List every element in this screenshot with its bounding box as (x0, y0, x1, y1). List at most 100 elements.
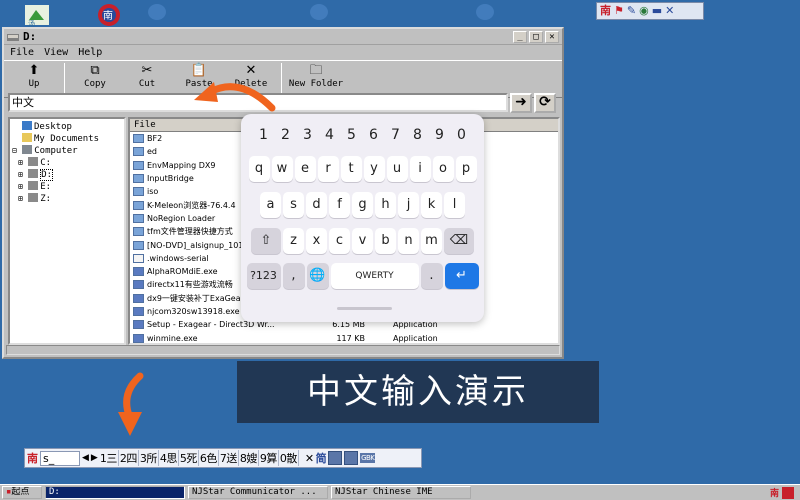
ime-candidate[interactable]: 3所 (140, 450, 159, 466)
tree-item-my-documents[interactable]: My Documents (12, 133, 122, 145)
key-x[interactable]: x (306, 228, 327, 254)
key-z[interactable]: z (283, 228, 304, 254)
file-row[interactable]: winmine.exe 117 KB Application (130, 331, 558, 343)
key-r[interactable]: r (317, 156, 339, 182)
key-v[interactable]: v (352, 228, 373, 254)
task-njstar-communicator[interactable]: NJStar Communicator ... (188, 486, 328, 499)
tree-item-computer[interactable]: ⊟ Computer (12, 145, 122, 157)
key-e[interactable]: e (294, 156, 316, 182)
close-candidates-icon[interactable]: ✕ (305, 452, 314, 465)
key-8[interactable]: 8 (407, 122, 429, 148)
task-njstar-ime[interactable]: NJStar Chinese IME (331, 486, 471, 499)
menu-file[interactable]: File (10, 47, 34, 58)
njstar-desktop-icon[interactable]: 南 (96, 2, 122, 28)
key-9[interactable]: 9 (429, 122, 451, 148)
key-d[interactable]: d (306, 192, 327, 218)
key-y[interactable]: y (363, 156, 385, 182)
tree-item-drive-d[interactable]: ⊞ D: (12, 169, 122, 181)
ime-candidate[interactable]: 5死 (180, 450, 199, 466)
enter-key[interactable]: ↵ (444, 263, 479, 289)
period-key[interactable]: . (420, 263, 443, 289)
tray-ime-icon[interactable]: 南 (770, 486, 779, 499)
tree-item-drive-z[interactable]: ⊞ Z: (12, 193, 122, 205)
close-button[interactable]: ✕ (545, 30, 559, 43)
symbols-mode-key[interactable]: ?123 (246, 263, 281, 289)
key-0[interactable]: 0 (451, 122, 473, 148)
ime-status-tray[interactable]: 南 ⚑ ✎ ◉ ▬ ✕ (596, 2, 704, 20)
globe-key[interactable]: 🌐 (306, 263, 329, 289)
comma-key[interactable]: , (282, 263, 305, 289)
tree-item-desktop[interactable]: Desktop (12, 121, 122, 133)
tree-item-drive-c[interactable]: ⊞ C: (12, 157, 122, 169)
ime-candidate[interactable]: 7送 (220, 450, 239, 466)
close-icon[interactable]: ✕ (665, 4, 674, 18)
maximize-button[interactable]: □ (529, 30, 543, 43)
keyboard-icon[interactable] (328, 451, 343, 465)
ime-mode-icon[interactable]: 南 (27, 450, 38, 466)
ime-mode-icon[interactable]: 南 (600, 4, 611, 18)
key-5[interactable]: 5 (341, 122, 363, 148)
backspace-key[interactable]: ⌫ (444, 228, 474, 254)
new-folder-button[interactable]: 🗀 New Folder (286, 63, 346, 89)
settings-icon[interactable] (344, 451, 359, 465)
key-6[interactable]: 6 (363, 122, 385, 148)
key-u[interactable]: u (386, 156, 408, 182)
pen-icon[interactable]: ✎ (627, 4, 636, 18)
key-4[interactable]: 4 (319, 122, 341, 148)
key-q[interactable]: q (248, 156, 270, 182)
ime-candidate[interactable]: 6色 (200, 450, 219, 466)
simplified-mode-toggle[interactable]: 简 (316, 450, 327, 466)
ime-candidate[interactable]: 1三 (100, 450, 119, 466)
key-3[interactable]: 3 (297, 122, 319, 148)
space-key[interactable]: QWERTY (330, 263, 419, 289)
refresh-button[interactable]: ⟳ (534, 93, 556, 113)
up-button[interactable]: ⬆ Up (8, 63, 60, 89)
ime-candidate[interactable]: 0散 (280, 450, 299, 466)
tree-item-drive-e[interactable]: ⊞ E: (12, 181, 122, 193)
flag-icon[interactable]: ⚑ (614, 4, 624, 18)
key-s[interactable]: s (283, 192, 304, 218)
key-b[interactable]: b (375, 228, 396, 254)
key-m[interactable]: m (421, 228, 442, 254)
up-arrow-icon: ⬆ (28, 63, 40, 78)
key-n[interactable]: n (398, 228, 419, 254)
key-j[interactable]: j (398, 192, 419, 218)
key-w[interactable]: w (271, 156, 293, 182)
key-g[interactable]: g (352, 192, 373, 218)
key-k[interactable]: k (421, 192, 442, 218)
key-2[interactable]: 2 (275, 122, 297, 148)
key-l[interactable]: l (444, 192, 465, 218)
go-arrow-button[interactable]: ➜ (510, 93, 532, 113)
menu-help[interactable]: Help (78, 47, 102, 58)
ime-candidate[interactable]: 2四 (120, 450, 139, 466)
key-i[interactable]: i (409, 156, 431, 182)
key-1[interactable]: 1 (253, 122, 275, 148)
key-o[interactable]: o (432, 156, 454, 182)
prev-page-icon[interactable]: ◀ (82, 453, 89, 463)
key-h[interactable]: h (375, 192, 396, 218)
key-f[interactable]: f (329, 192, 350, 218)
desktop-app-icon[interactable]: 汤 (24, 2, 50, 28)
copy-button[interactable]: ⧉ Copy (69, 63, 121, 89)
ime-candidate[interactable]: 8嫂 (240, 450, 259, 466)
ime-candidate[interactable]: 4思 (160, 450, 179, 466)
ime-candidate-bar: 南 s_ ◀ ▶ 1三 2四 3所 4思 5死 6色 7送 8嫂 9算 0散 ✕ 简 GBK (24, 448, 422, 468)
tray-app-icon[interactable] (782, 486, 794, 499)
task-explorer[interactable]: D: (45, 486, 185, 499)
next-page-icon[interactable]: ▶ (91, 453, 98, 463)
ime-candidate[interactable]: 9算 (260, 450, 279, 466)
key-c[interactable]: c (329, 228, 350, 254)
shift-key[interactable]: ⇧ (251, 228, 281, 254)
cut-button[interactable]: ✂ Cut (121, 63, 173, 89)
key-a[interactable]: a (260, 192, 281, 218)
menu-view[interactable]: View (44, 47, 68, 58)
key-p[interactable]: p (455, 156, 477, 182)
keyboard-handle[interactable] (337, 307, 392, 310)
key-7[interactable]: 7 (385, 122, 407, 148)
gbk-encoding-toggle[interactable]: GBK (360, 453, 376, 463)
start-button[interactable]: ▪起点 (2, 486, 42, 499)
minimize-button[interactable]: _ (513, 30, 527, 43)
globe-icon[interactable]: ◉ (639, 4, 649, 18)
key-t[interactable]: t (340, 156, 362, 182)
minimize-icon[interactable]: ▬ (652, 4, 662, 18)
